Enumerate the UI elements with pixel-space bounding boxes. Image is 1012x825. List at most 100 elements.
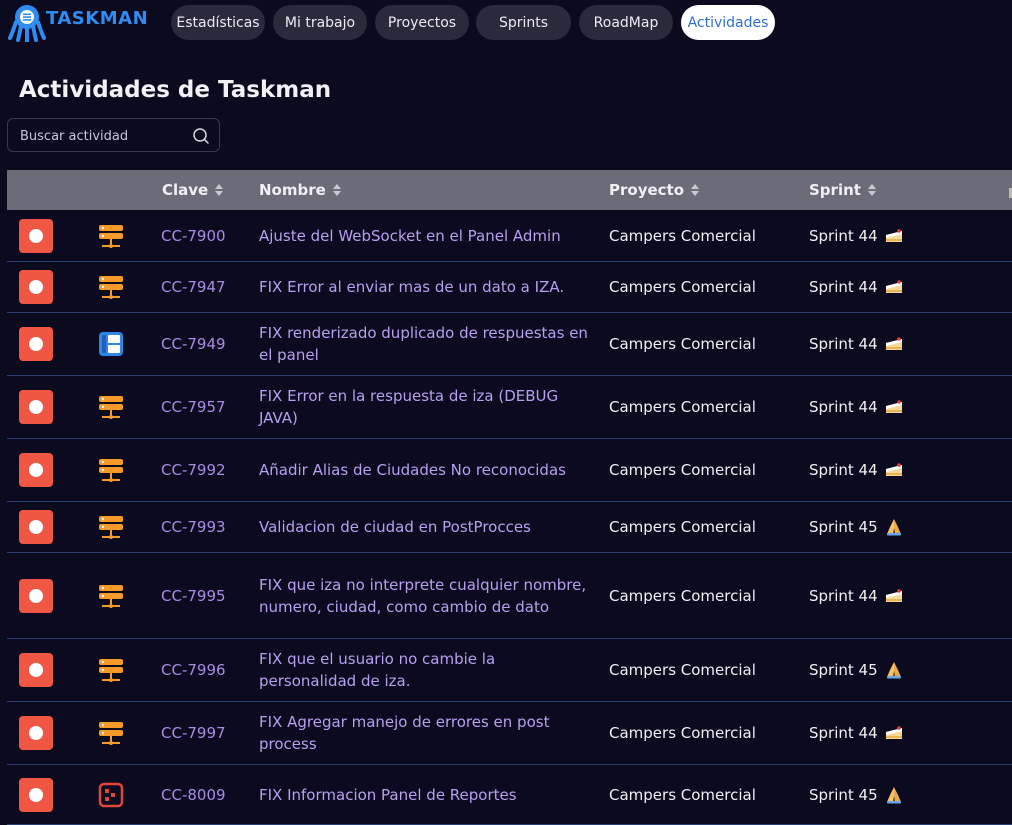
priority-high-icon[interactable] <box>19 453 53 487</box>
column-header-label: Nombre <box>259 181 326 199</box>
activity-key-link[interactable]: CC-7995 <box>161 587 226 605</box>
column-header-proyecto[interactable]: Proyecto <box>609 170 700 210</box>
app-logo[interactable]: TASKMAN <box>6 2 156 42</box>
tab-actividades[interactable]: Actividades <box>681 5 775 40</box>
activity-name-link[interactable]: Añadir Alias de Ciudades No reconocidas <box>259 459 594 481</box>
activity-name-link[interactable]: FIX Agregar manejo de errores en post pr… <box>259 711 594 755</box>
tab-mi-trabajo[interactable]: Mi trabajo <box>273 5 367 40</box>
sprint-cell: Sprint 45 <box>809 639 904 701</box>
activity-key-link[interactable]: CC-7947 <box>161 278 226 296</box>
project-cell: Campers Comercial <box>609 313 756 375</box>
sort-icon[interactable] <box>214 183 224 197</box>
column-header-nombre[interactable]: Nombre <box>259 170 342 210</box>
key-cell: CC-7900 <box>161 210 226 261</box>
praying-hands-icon <box>886 662 901 679</box>
search-icon[interactable] <box>192 127 210 145</box>
sprint-cell: Sprint 44 <box>809 702 904 764</box>
sort-icon[interactable] <box>867 183 877 197</box>
table-header: Clave Nombre Proyecto Sprint <box>7 170 1012 210</box>
table-row[interactable]: CC-7992 Añadir Alias de Ciudades No recon… <box>7 439 1012 502</box>
column-header-sprint[interactable]: Sprint <box>809 170 877 210</box>
column-header-clave[interactable]: Clave <box>162 170 224 210</box>
name-cell: FIX Agregar manejo de errores en post pr… <box>259 702 594 764</box>
cake-icon <box>885 588 902 602</box>
project-cell: Campers Comercial <box>609 702 756 764</box>
table-row[interactable]: CC-7993 Validacion de ciudad en PostProcc… <box>7 502 1012 553</box>
tab-estadisticas[interactable]: Estadísticas <box>171 5 265 40</box>
project-cell: Campers Comercial <box>609 765 756 824</box>
sort-icon[interactable] <box>690 183 700 197</box>
tab-sprints[interactable]: Sprints <box>476 5 571 40</box>
project-cell: Campers Comercial <box>609 210 756 261</box>
table-row[interactable]: CC-7947 FIX Error al enviar mas de un dat… <box>7 262 1012 313</box>
table-row[interactable]: CC-7996 FIX que el usuario no cambie la p… <box>7 639 1012 702</box>
activity-name-link[interactable]: FIX que el usuario no cambie la personal… <box>259 648 594 692</box>
activity-key-link[interactable]: CC-7997 <box>161 724 226 742</box>
priority-high-icon[interactable] <box>19 653 53 687</box>
priority-high-icon[interactable] <box>19 578 53 613</box>
name-cell: FIX Error al enviar mas de un dato a IZA… <box>259 262 594 312</box>
priority-high-icon[interactable] <box>19 777 53 812</box>
priority-high-icon[interactable] <box>19 270 53 304</box>
table-row[interactable]: CC-8009 FIX Informacion Panel de Reportes… <box>7 765 1012 825</box>
activity-key-link[interactable]: CC-7900 <box>161 227 226 245</box>
activity-name-link[interactable]: FIX Informacion Panel de Reportes <box>259 784 594 806</box>
server-icon <box>99 722 123 745</box>
priority-high-icon[interactable] <box>19 716 53 750</box>
type-cell <box>98 702 124 764</box>
sort-icon[interactable] <box>332 183 342 197</box>
sprint-name: Sprint 44 <box>809 226 878 245</box>
sprint-cell: Sprint 45 <box>809 502 904 552</box>
sprint-name: Sprint 44 <box>809 586 878 605</box>
activity-name-link[interactable]: FIX Error al enviar mas de un dato a IZA… <box>259 276 594 298</box>
server-icon <box>99 584 123 608</box>
tab-roadmap[interactable]: RoadMap <box>579 5 673 40</box>
priority-cell <box>19 553 53 638</box>
activity-name-link[interactable]: FIX que iza no interprete cualquier nomb… <box>259 574 594 618</box>
project-name: Campers Comercial <box>609 785 756 804</box>
project-name: Campers Comercial <box>609 398 756 416</box>
server-icon <box>99 516 123 539</box>
activity-key-link[interactable]: CC-7996 <box>161 661 226 679</box>
activity-name-link[interactable]: FIX Error en la respuesta de iza (DEBUG … <box>259 385 594 429</box>
table-row[interactable]: CC-7995 FIX que iza no interprete cualqui… <box>7 553 1012 639</box>
search-input[interactable] <box>18 125 192 147</box>
table-row[interactable]: CC-7949 FIX renderizado duplicado de resp… <box>7 313 1012 376</box>
type-cell <box>98 262 124 312</box>
priority-high-icon[interactable] <box>19 390 53 424</box>
app-name: TASKMAN <box>46 8 149 29</box>
project-cell: Campers Comercial <box>609 262 756 312</box>
activity-name-link[interactable]: FIX renderizado duplicado de respuestas … <box>259 322 594 366</box>
project-name: Campers Comercial <box>609 278 756 296</box>
page-title: Actividades de Taskman <box>19 77 332 103</box>
key-cell: CC-7995 <box>161 553 226 638</box>
activity-key-link[interactable]: CC-7993 <box>161 518 226 536</box>
tab-proyectos[interactable]: Proyectos <box>375 5 469 40</box>
name-cell: Validacion de ciudad en PostProcces <box>259 502 594 552</box>
table-row[interactable]: CC-7957 FIX Error en la respuesta de iza … <box>7 376 1012 439</box>
cake-icon <box>885 228 902 242</box>
activity-key-link[interactable]: CC-7949 <box>161 335 226 353</box>
activity-name-link[interactable]: Validacion de ciudad en PostProcces <box>259 516 594 538</box>
project-cell: Campers Comercial <box>609 376 756 438</box>
type-cell <box>98 313 124 375</box>
type-cell <box>98 439 124 501</box>
priority-cell <box>19 210 53 261</box>
activity-key-link[interactable]: CC-7957 <box>161 398 226 416</box>
table-row[interactable]: CC-7900 Ajuste del WebSocket en el Panel … <box>7 210 1012 262</box>
key-cell: CC-7997 <box>161 702 226 764</box>
sprint-name: Sprint 44 <box>809 724 878 742</box>
activity-key-link[interactable]: CC-7992 <box>161 461 226 479</box>
server-icon <box>99 396 123 419</box>
type-cell <box>98 376 124 438</box>
project-name: Campers Comercial <box>609 461 756 479</box>
priority-high-icon[interactable] <box>19 327 53 361</box>
activity-name-link[interactable]: Ajuste del WebSocket en el Panel Admin <box>259 225 594 247</box>
table-row[interactable]: CC-7997 FIX Agregar manejo de errores en … <box>7 702 1012 765</box>
priority-high-icon[interactable] <box>19 218 53 253</box>
sprint-name: Sprint 45 <box>809 661 878 679</box>
project-cell: Campers Comercial <box>609 502 756 552</box>
server-icon <box>99 459 123 482</box>
priority-high-icon[interactable] <box>19 510 53 544</box>
activity-key-link[interactable]: CC-8009 <box>161 786 226 804</box>
